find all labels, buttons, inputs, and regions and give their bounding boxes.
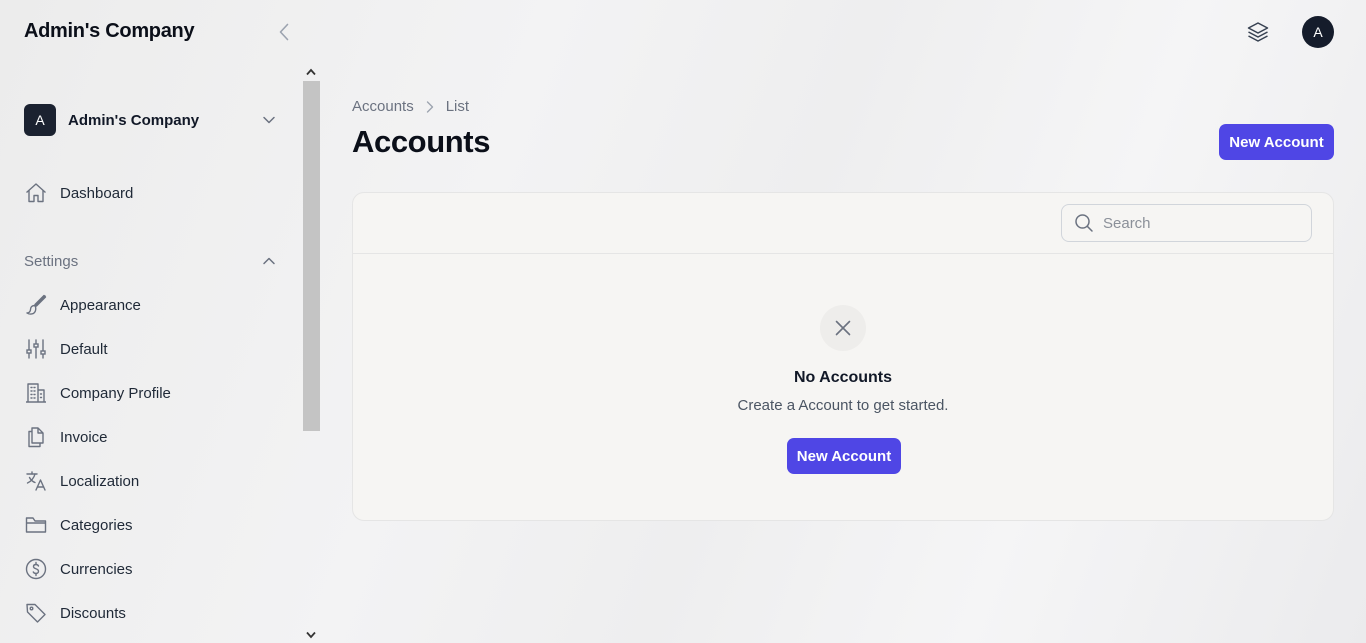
empty-state: No Accounts Create a Account to get star…: [353, 255, 1333, 520]
nav-dashboard[interactable]: Dashboard: [24, 177, 280, 209]
company-switcher[interactable]: A Admin's Company: [24, 104, 280, 136]
x-icon: [835, 320, 851, 336]
documents-icon: [24, 425, 48, 449]
empty-state-new-account-button[interactable]: New Account: [787, 438, 901, 474]
nav-currencies[interactable]: Currencies: [24, 553, 280, 585]
company-avatar: A: [24, 104, 56, 136]
settings-section-toggle[interactable]: Settings: [24, 245, 280, 277]
breadcrumb: Accounts List: [352, 98, 469, 115]
building-icon: [24, 381, 48, 405]
layers-icon: [1247, 22, 1269, 42]
page-title: Accounts: [352, 124, 491, 159]
nav-default-label: Default: [60, 340, 108, 358]
breadcrumb-list: List: [445, 98, 470, 115]
sliders-icon: [24, 337, 48, 361]
empty-state-description: Create a Account to get started.: [737, 397, 949, 414]
chevron-right-icon: [426, 100, 434, 113]
brand-name: Admin's Company: [24, 20, 195, 42]
sidebar: Admin's Company A Admin's Company Dashbo…: [0, 0, 320, 643]
caret-up-icon: [306, 68, 316, 76]
empty-state-icon-wrapper: [820, 305, 866, 351]
nav-localization[interactable]: Localization: [24, 465, 280, 497]
app-root: Admin's Company A Admin's Company Dashbo…: [0, 0, 1366, 643]
scroll-down-button[interactable]: [302, 627, 320, 643]
sidebar-scrollbar[interactable]: [302, 64, 320, 643]
nav-discounts-label: Discounts: [60, 604, 126, 622]
nav-categories-label: Categories: [60, 516, 133, 534]
layers-button[interactable]: [1242, 16, 1274, 48]
accounts-table-card: No Accounts Create a Account to get star…: [352, 192, 1334, 521]
sidebar-scroll-area: A Admin's Company Dashboard Settings App…: [0, 64, 302, 643]
nav-localization-label: Localization: [60, 472, 140, 490]
caret-down-icon: [306, 631, 316, 639]
chevron-down-icon: [263, 116, 275, 124]
tag-icon: [24, 601, 48, 625]
settings-section-label: Settings: [24, 252, 79, 270]
nav-discounts[interactable]: Discounts: [24, 597, 280, 629]
nav-company-profile[interactable]: Company Profile: [24, 377, 280, 409]
search-icon: [1074, 213, 1094, 233]
chevron-up-icon: [263, 257, 275, 265]
collapse-sidebar-button[interactable]: [274, 21, 294, 43]
user-avatar[interactable]: A: [1302, 16, 1334, 48]
nav-dashboard-label: Dashboard: [60, 184, 134, 202]
new-account-button[interactable]: New Account: [1219, 124, 1334, 160]
nav-currencies-label: Currencies: [60, 560, 133, 578]
dollar-circle-icon: [24, 557, 48, 581]
nav-categories[interactable]: Categories: [24, 509, 280, 541]
paintbrush-icon: [24, 293, 48, 317]
scroll-up-button[interactable]: [302, 64, 320, 80]
nav-invoice[interactable]: Invoice: [24, 421, 280, 453]
scrollbar-thumb[interactable]: [303, 81, 320, 431]
home-icon: [24, 181, 48, 205]
company-name: Admin's Company: [68, 111, 200, 129]
nav-invoice-label: Invoice: [60, 428, 108, 446]
search-input[interactable]: [1103, 214, 1303, 232]
chevron-left-icon: [279, 23, 289, 41]
nav-company-profile-label: Company Profile: [60, 384, 171, 402]
search-box[interactable]: [1061, 204, 1312, 242]
empty-state-title: No Accounts: [793, 369, 893, 386]
nav-appearance-label: Appearance: [60, 296, 141, 314]
table-toolbar: [353, 193, 1333, 254]
breadcrumb-accounts[interactable]: Accounts: [352, 98, 414, 115]
language-icon: [24, 469, 48, 493]
nav-appearance[interactable]: Appearance: [24, 289, 280, 321]
nav-default[interactable]: Default: [24, 333, 280, 365]
folder-icon: [24, 513, 48, 537]
